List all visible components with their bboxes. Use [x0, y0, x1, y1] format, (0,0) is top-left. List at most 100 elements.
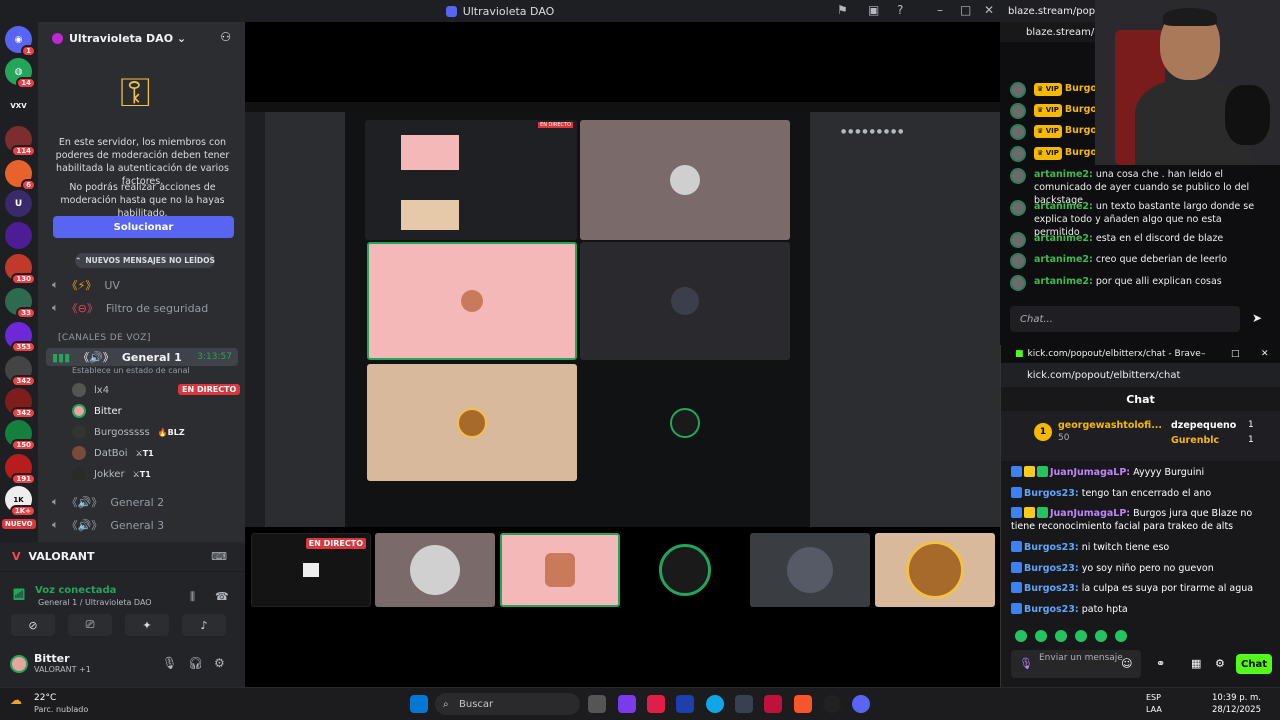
- screen-tile[interactable]: EN DIRECTO: [365, 120, 577, 240]
- camera-off-button[interactable]: ⊘: [11, 614, 55, 636]
- mic-icon[interactable]: 🎙︎: [162, 656, 177, 670]
- channel-filter[interactable]: 🔈︎ 《⊖》 Filtro de seguridad: [52, 299, 242, 317]
- minimize-button[interactable]: –: [1201, 349, 1206, 359]
- nested-chat-text: ● ● ● ● ● ● ● ● ●: [841, 128, 904, 135]
- thumb-video[interactable]: [875, 533, 995, 607]
- edge-icon[interactable]: [706, 695, 724, 713]
- windows-start-icon[interactable]: [410, 695, 428, 713]
- weather-icon[interactable]: ☁: [10, 693, 22, 707]
- discord-home-icon[interactable]: ◉ 1: [5, 26, 36, 57]
- store-icon[interactable]: ▦: [1191, 657, 1201, 670]
- voice-user[interactable]: Burgosssss 🔥BLZ: [72, 423, 185, 441]
- channel-status[interactable]: Establece un estado de canal: [72, 366, 190, 375]
- screen-share-icon[interactable]: ▣: [868, 3, 879, 17]
- nested-discord-window[interactable]: EN DIRECTO ● ● ● ● ● ● ● ● ●: [245, 102, 1000, 527]
- mic-icon[interactable]: 🎙︎: [1019, 657, 1033, 670]
- kick-window-title[interactable]: ■ kick.com/popout/elbitterx/chat - Brave …: [1001, 345, 1280, 363]
- video-tile[interactable]: [367, 242, 577, 360]
- voice-user[interactable]: DatBoi ⚔T1: [72, 444, 154, 462]
- game-activity[interactable]: V VALORANT ⌨: [0, 542, 245, 572]
- disconnect-icon[interactable]: ☎: [215, 590, 229, 603]
- invite-icon[interactable]: ⚇: [220, 30, 231, 44]
- new-messages-pill[interactable]: ⌃ NUEVOS MENSAJES NO LEÍDOS: [75, 253, 215, 268]
- task-view-icon[interactable]: [588, 695, 606, 713]
- taskbar-search[interactable]: ⌕ Buscar: [435, 693, 580, 715]
- app-icon[interactable]: [676, 695, 694, 713]
- close-button[interactable]: ✕: [984, 3, 994, 17]
- thumb-video[interactable]: [500, 533, 620, 607]
- app-icon[interactable]: [647, 695, 665, 713]
- voice-user[interactable]: lx4: [72, 381, 109, 399]
- server-icon[interactable]: 6: [5, 160, 36, 191]
- soundboard-button[interactable]: ♪: [182, 614, 226, 636]
- stream-stage: EN DIRECTO ● ● ● ● ● ● ● ● ● EN DIRECTO: [245, 22, 1001, 687]
- thumb-video[interactable]: [750, 533, 870, 607]
- video-tile[interactable]: [580, 364, 790, 481]
- discord-icon[interactable]: [852, 695, 870, 713]
- server-icon[interactable]: 1K 1K+: [5, 486, 36, 517]
- voice-user[interactable]: Bitter: [72, 402, 122, 420]
- channel-uv[interactable]: 🔈︎ 《⚡》 UV: [52, 276, 242, 294]
- solve-button[interactable]: Solucionar: [53, 216, 234, 238]
- maximize-button[interactable]: □: [1231, 349, 1240, 359]
- server-icon[interactable]: 191: [5, 454, 36, 485]
- server-icon[interactable]: [5, 222, 32, 249]
- brave-icon[interactable]: [794, 695, 812, 713]
- nested-channels: [265, 112, 345, 527]
- server-rail: ◉ 1 ◍ 14 VXV 114 6 U 130 33 353 342 342 15…: [0, 22, 38, 542]
- channel-general-3[interactable]: 🔈︎ 《🔊》 General 3: [52, 516, 242, 534]
- obs-icon[interactable]: [823, 695, 841, 713]
- server-icon[interactable]: 33: [5, 288, 36, 319]
- thumb-screen[interactable]: EN DIRECTO: [251, 533, 371, 607]
- thumb-video[interactable]: [625, 533, 745, 607]
- settings-icon[interactable]: ⚙: [1215, 657, 1225, 670]
- server-icon[interactable]: 353: [5, 322, 36, 353]
- voice-user[interactable]: Jokker ⚔T1: [72, 465, 151, 483]
- app-icon[interactable]: [764, 695, 782, 713]
- voice-connected-label[interactable]: Voz conectada: [35, 585, 116, 596]
- server-icon[interactable]: 342: [5, 356, 36, 387]
- activities-button[interactable]: ✦: [125, 614, 169, 636]
- server-icon[interactable]: 130: [5, 254, 36, 285]
- blaze-chat-input[interactable]: Chat...: [1010, 306, 1240, 332]
- avatar: [72, 446, 86, 460]
- emote-bar[interactable]: [1015, 630, 1195, 644]
- voice-channel-sub[interactable]: General 1 / Ultravioleta DAO: [38, 598, 152, 607]
- noise-suppress-icon[interactable]: ⫼: [190, 590, 195, 604]
- server-icon[interactable]: 342: [5, 388, 36, 419]
- minimize-button[interactable]: –: [937, 3, 943, 17]
- send-icon[interactable]: ➤: [1252, 311, 1262, 325]
- chat-send-button[interactable]: Chat: [1236, 654, 1272, 674]
- settings-icon[interactable]: ⚙: [214, 656, 225, 670]
- server-icon[interactable]: U: [5, 190, 32, 217]
- server-logo-icon: [52, 32, 63, 44]
- screen-share-button[interactable]: ⎚: [68, 614, 112, 636]
- thumb-video[interactable]: [375, 533, 495, 607]
- inbox-icon[interactable]: ⚑: [837, 3, 848, 17]
- speaker-icon: 🔈︎: [52, 495, 59, 508]
- user-name[interactable]: Bitter: [34, 652, 70, 665]
- app-icon[interactable]: [618, 695, 636, 713]
- clock-time[interactable]: 10:39 p. m.: [1212, 693, 1261, 703]
- avatar[interactable]: [10, 655, 28, 673]
- server-icon[interactable]: ◍ 14: [5, 58, 36, 89]
- app-icon[interactable]: [735, 695, 753, 713]
- video-tile[interactable]: [580, 120, 790, 240]
- video-tile[interactable]: [367, 364, 577, 481]
- clock-date[interactable]: 28/12/2025: [1212, 705, 1261, 715]
- close-button[interactable]: ✕: [1261, 349, 1269, 359]
- emoji-icon[interactable]: ☺: [1121, 657, 1132, 670]
- headphones-icon[interactable]: 🎧︎: [188, 656, 203, 670]
- channel-general-1[interactable]: ▮▮▮ 《🔊》 General 1 3:13:57: [46, 348, 238, 366]
- channel-general-2[interactable]: 🔈︎ 《🔊》 General 2: [52, 493, 242, 511]
- maximize-button[interactable]: □: [960, 3, 971, 17]
- server-icon[interactable]: 150: [5, 420, 36, 451]
- help-icon[interactable]: ?: [897, 3, 903, 17]
- kick-url-bar[interactable]: kick.com/popout/elbitterx/chat: [1001, 363, 1280, 387]
- server-header[interactable]: Ultravioleta DAO ⌄ ⚇: [38, 22, 245, 54]
- server-icon[interactable]: VXV: [5, 92, 32, 119]
- server-icon[interactable]: 114: [5, 126, 36, 157]
- video-tile[interactable]: [580, 242, 790, 360]
- share-icon[interactable]: ⚭: [1156, 657, 1165, 670]
- voice-category[interactable]: [CANALES DE VOZ]: [58, 333, 151, 343]
